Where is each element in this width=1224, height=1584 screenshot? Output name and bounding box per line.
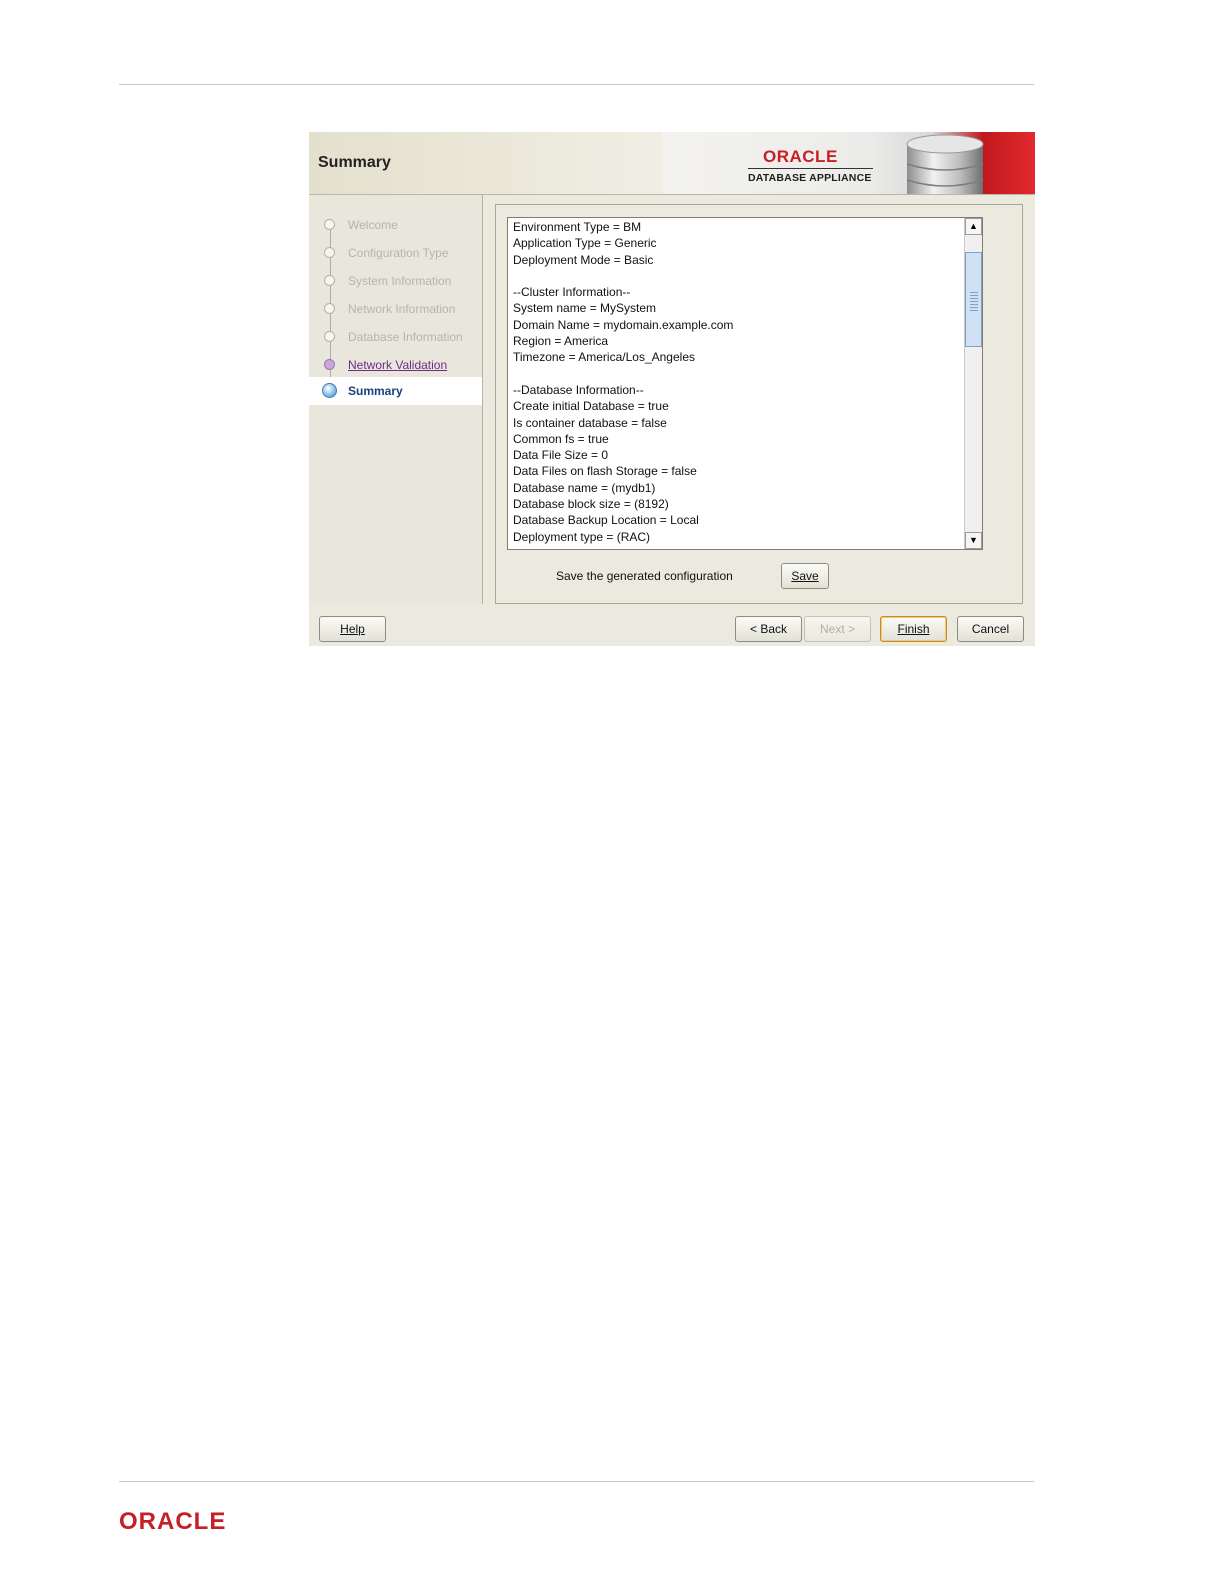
brand-divider <box>748 168 873 169</box>
scroll-up-icon[interactable]: ▲ <box>965 218 982 235</box>
step-configuration-type: Configuration Type <box>309 239 482 267</box>
oracle-logo: ORACLE <box>763 147 838 166</box>
help-button[interactable]: Help <box>319 616 386 642</box>
summary-line: --Cluster Information-- <box>513 285 631 300</box>
step-dot-icon <box>324 275 335 286</box>
step-network-validation[interactable]: Network Validation <box>309 351 482 379</box>
wizard-window: Summary ORACLE DATABASE APPLIANCE Welcom… <box>309 132 1035 646</box>
step-system-information: System Information <box>309 267 482 295</box>
top-rule <box>119 84 1034 85</box>
step-link-label[interactable]: Network Validation <box>348 358 447 372</box>
summary-line <box>513 268 733 284</box>
step-dot-icon <box>324 247 335 258</box>
save-config-label: Save the generated configuration <box>556 569 733 583</box>
database-icon <box>906 134 984 194</box>
summary-line: Environment Type = BM <box>513 220 642 234</box>
step-dot-icon <box>324 331 335 342</box>
finish-button-label: Finish <box>897 622 930 636</box>
step-network-information: Network Information <box>309 295 482 323</box>
cancel-button[interactable]: Cancel <box>957 616 1024 642</box>
current-step-icon <box>322 383 337 398</box>
brand-banner: ORACLE DATABASE APPLIANCE <box>662 132 1035 194</box>
summary-line: Database block size = (8192) <box>513 497 669 512</box>
step-label: Summary <box>348 384 403 398</box>
vertical-scrollbar[interactable]: ▲ ▼ <box>964 218 982 549</box>
scroll-down-icon[interactable]: ▼ <box>965 532 982 549</box>
back-button[interactable]: < Back <box>735 616 802 642</box>
next-button[interactable]: Next > <box>804 616 871 642</box>
step-label: System Information <box>348 274 452 288</box>
step-label: Welcome <box>348 218 398 232</box>
step-database-information: Database Information <box>309 323 482 351</box>
step-summary: Summary <box>309 377 482 405</box>
summary-line: System name = MySystem <box>513 301 657 316</box>
bottom-rule <box>119 1481 1034 1482</box>
summary-line: Deployment Mode = Basic <box>513 252 654 267</box>
summary-text-area[interactable]: Environment Type = BM Application Type = … <box>507 217 983 550</box>
back-button-label: < Back <box>749 622 788 636</box>
save-button-label: Save <box>791 569 819 583</box>
next-button-label: Next > <box>819 622 855 636</box>
wizard-steps-nav: Welcome Configuration Type System Inform… <box>309 195 483 604</box>
summary-line: Application Type = Generic <box>513 236 657 251</box>
summary-line <box>513 366 733 382</box>
step-label: Network Information <box>348 302 456 316</box>
summary-line: Create initial Database = true <box>513 399 669 414</box>
cancel-button-label: Cancel <box>971 622 1010 636</box>
help-button-label: Help <box>340 622 365 636</box>
finish-button[interactable]: Finish <box>880 616 947 642</box>
step-welcome: Welcome <box>309 211 482 239</box>
step-dot-icon <box>324 359 335 370</box>
product-name: DATABASE APPLIANCE <box>748 172 872 184</box>
summary-line: Common fs = true <box>513 431 609 446</box>
step-dot-icon <box>324 303 335 314</box>
summary-line: Is container database = false <box>513 415 667 430</box>
grip-icon <box>970 291 978 311</box>
summary-line: Region = America <box>513 334 609 349</box>
summary-line: Database Backup Location = Local <box>513 513 699 528</box>
summary-text: Environment Type = BM Application Type = … <box>513 219 733 545</box>
footer-oracle-logo: ORACLE <box>119 1508 227 1535</box>
step-label: Configuration Type <box>348 246 449 260</box>
scroll-thumb[interactable] <box>965 252 982 347</box>
save-button[interactable]: Save <box>781 563 829 589</box>
step-label: Database Information <box>348 330 463 344</box>
page-title: Summary <box>318 154 391 171</box>
wizard-header: Summary ORACLE DATABASE APPLIANCE <box>309 132 1035 195</box>
summary-line: Timezone = America/Los_Angeles <box>513 350 695 365</box>
summary-line: Data Files on flash Storage = false <box>513 464 697 479</box>
summary-line: Deployment type = (RAC) <box>513 529 651 544</box>
summary-line: Data File Size = 0 <box>513 448 609 463</box>
summary-line: Domain Name = mydomain.example.com <box>513 317 734 332</box>
summary-line: --Database Information-- <box>513 382 644 397</box>
summary-line: Database name = (mydb1) <box>513 480 656 495</box>
step-dot-icon <box>324 219 335 230</box>
